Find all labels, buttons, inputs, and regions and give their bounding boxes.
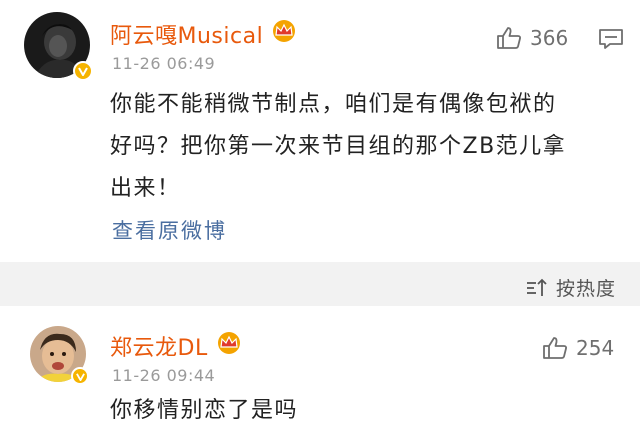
comment-text-line: 好吗？把你第一次来节目组的那个ZB范儿拿 — [110, 134, 567, 159]
sort-label: 按热度 — [555, 278, 616, 300]
avatar[interactable] — [30, 326, 89, 385]
username-text[interactable]: 阿云嘎Musical — [110, 18, 263, 50]
username-text[interactable]: 郑云龙DL — [110, 330, 208, 362]
like-button[interactable]: 254 — [542, 336, 614, 360]
comment-2: 郑云龙DL 11-26 09:44 254 你移情别恋了是吗 — [0, 306, 640, 426]
verified-badge-icon — [71, 367, 89, 385]
username[interactable]: 郑云龙DL — [110, 330, 244, 362]
sort-by-hot-button[interactable]: 按热度 — [526, 274, 616, 301]
timestamp: 11-26 06:49 — [112, 54, 216, 73]
thumbs-up-icon — [543, 337, 567, 359]
crown-icon — [269, 19, 299, 49]
avatar[interactable] — [24, 12, 93, 81]
like-count: 254 — [576, 336, 615, 360]
like-count: 366 — [530, 26, 569, 50]
view-original-link[interactable]: 查看原微博 — [112, 215, 227, 245]
verified-badge-icon — [73, 61, 93, 81]
username[interactable]: 阿云嘎Musical — [110, 18, 299, 50]
comment-text-line: 你能不能稍微节制点，咱们是有偶像包袱的 — [110, 92, 557, 117]
comment-menu-icon[interactable] — [598, 28, 624, 54]
like-button[interactable]: 366 — [496, 26, 568, 50]
comment-text-line: 出来！ — [110, 176, 181, 201]
comment-1: 阿云嘎Musical 11-26 06:49 366 你能不能稍微节制点，咱们是… — [0, 0, 640, 262]
thumbs-up-icon — [497, 27, 521, 49]
comment-text: 你能不能稍微节制点，咱们是有偶像包袱的 好吗？把你第一次来节目组的那个ZB范儿拿… — [110, 84, 566, 210]
timestamp: 11-26 09:44 — [112, 366, 216, 385]
sort-bar: 按热度 — [0, 262, 640, 306]
sort-icon — [526, 278, 547, 296]
crown-icon — [214, 331, 244, 361]
